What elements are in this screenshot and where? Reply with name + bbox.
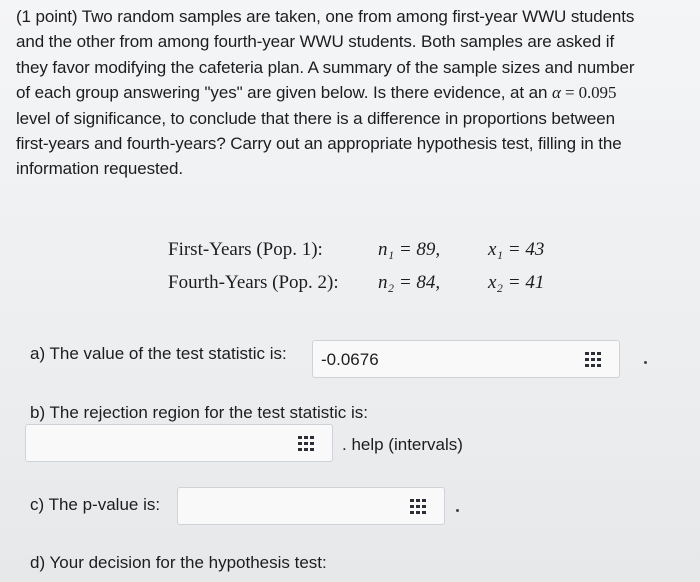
population-label: Fourth-Years (Pop. 2): bbox=[168, 272, 339, 293]
period-dot bbox=[456, 509, 459, 512]
problem-line: first-years and fourth-years? Carry out … bbox=[16, 134, 622, 154]
period-dot bbox=[644, 361, 647, 364]
problem-line: level of significance, to conclude that … bbox=[16, 108, 615, 128]
problem-line: they favor modifying the cafeteria plan.… bbox=[16, 57, 635, 77]
matrix-icon[interactable] bbox=[585, 352, 603, 367]
part-c-label: c) The p-value is: bbox=[30, 495, 161, 514]
test-statistic-input[interactable]: -0.0676 bbox=[312, 340, 620, 378]
problem-text: of each group answering "yes" are given … bbox=[16, 83, 552, 103]
part-a-label: a) The value of the test statistic is: bbox=[30, 344, 287, 363]
test-statistic-value: -0.0676 bbox=[321, 350, 379, 369]
equals-sign: = bbox=[560, 83, 579, 103]
rejection-region-input[interactable] bbox=[25, 424, 333, 462]
problem-line: of each group answering "yes" are given … bbox=[16, 80, 700, 105]
data-row-first-years: First-Years (Pop. 1): n₁ = 89, x₁ = 43 bbox=[168, 233, 544, 266]
matrix-icon[interactable] bbox=[410, 499, 428, 514]
part-d-label: d) Your decision for the hypothesis test… bbox=[30, 553, 327, 572]
part-b-label: b) The rejection region for the test sta… bbox=[30, 403, 368, 422]
p-value-input[interactable] bbox=[177, 487, 445, 525]
data-row-fourth-years: Fourth-Years (Pop. 2): n₂ = 84, x₂ = 41 bbox=[168, 266, 544, 299]
help-intervals-link[interactable]: . help (intervals) bbox=[342, 435, 463, 455]
sample-size: n₂ = 84, bbox=[378, 272, 441, 293]
problem-line: and the other from among fourth-year WWU… bbox=[16, 32, 615, 52]
problem-line: information requested. bbox=[16, 159, 183, 179]
problem-line: (1 point) Two random samples are taken, … bbox=[16, 7, 635, 26]
alpha-value: 0.095 bbox=[578, 83, 617, 103]
matrix-icon[interactable] bbox=[298, 436, 316, 451]
population-label: First-Years (Pop. 1): bbox=[168, 239, 323, 260]
sample-size: n₁ = 89, bbox=[378, 239, 441, 260]
success-count: x₁ = 43 bbox=[488, 239, 545, 260]
sample-data-table: First-Years (Pop. 1): n₁ = 89, x₁ = 43 F… bbox=[168, 233, 544, 299]
alpha-symbol: α bbox=[551, 83, 561, 103]
problem-statement: (1 point) Two random samples are taken, … bbox=[16, 4, 700, 182]
success-count: x₂ = 41 bbox=[488, 272, 545, 293]
